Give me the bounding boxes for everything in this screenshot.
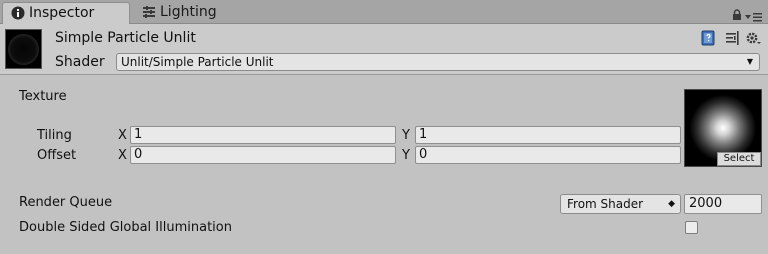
- render-queue-label: Render Queue: [19, 195, 113, 210]
- shader-dropdown[interactable]: Unlit/Simple Particle Unlit ▼: [116, 53, 760, 71]
- material-name: Simple Particle Unlit: [55, 30, 196, 46]
- tab-inspector[interactable]: Inspector: [2, 2, 130, 24]
- tiling-y-label: Y: [402, 128, 410, 143]
- tab-bar: Inspector Lighting: [0, 0, 768, 24]
- double-sided-gi-label: Double Sided Global Illumination: [19, 220, 232, 235]
- chevron-down-icon: ▼: [746, 57, 753, 66]
- tiling-y-field[interactable]: 1: [415, 126, 681, 144]
- lighting-icon: [142, 5, 156, 19]
- tiling-x-field[interactable]: 1: [130, 126, 396, 144]
- shader-label: Shader: [55, 54, 105, 70]
- offset-y-field[interactable]: 0: [415, 146, 681, 164]
- help-book-icon[interactable]: [700, 30, 716, 46]
- shader-dropdown-value: Unlit/Simple Particle Unlit: [121, 55, 274, 69]
- preset-icon[interactable]: [724, 30, 740, 46]
- offset-y-label: Y: [402, 148, 410, 163]
- render-queue-value[interactable]: 2000: [684, 194, 762, 214]
- material-header: Simple Particle Unlit Shader Unlit/Simpl…: [0, 24, 768, 75]
- offset-x-label: X: [118, 148, 127, 163]
- offset-label: Offset: [37, 148, 77, 163]
- tiling-label: Tiling: [37, 128, 72, 143]
- tiling-x-label: X: [118, 128, 127, 143]
- texture-label: Texture: [19, 89, 67, 104]
- tab-menu-icon[interactable]: [745, 7, 763, 22]
- render-queue-mode: From Shader: [567, 197, 644, 211]
- tab-lighting[interactable]: Lighting: [140, 2, 260, 24]
- texture-slot[interactable]: Select: [684, 89, 762, 167]
- lock-icon[interactable]: [732, 6, 742, 20]
- render-queue-dropdown[interactable]: From Shader ◆: [560, 194, 681, 214]
- texture-select-button[interactable]: Select: [717, 152, 761, 166]
- double-sided-gi-checkbox[interactable]: [685, 221, 698, 234]
- updown-arrows-icon: ◆: [668, 199, 675, 209]
- tab-tools: [730, 4, 764, 22]
- offset-x-field[interactable]: 0: [130, 146, 396, 164]
- tab-inspector-label: Inspector: [29, 5, 95, 21]
- info-icon: [11, 6, 25, 20]
- material-properties: Texture Tiling X 1 Y 1 Offset X 0 Y 0 Se…: [0, 75, 768, 254]
- tab-lighting-label: Lighting: [160, 4, 217, 20]
- material-preview: [5, 29, 42, 69]
- material-preview-sphere: [8, 34, 39, 65]
- gear-icon[interactable]: [745, 30, 761, 46]
